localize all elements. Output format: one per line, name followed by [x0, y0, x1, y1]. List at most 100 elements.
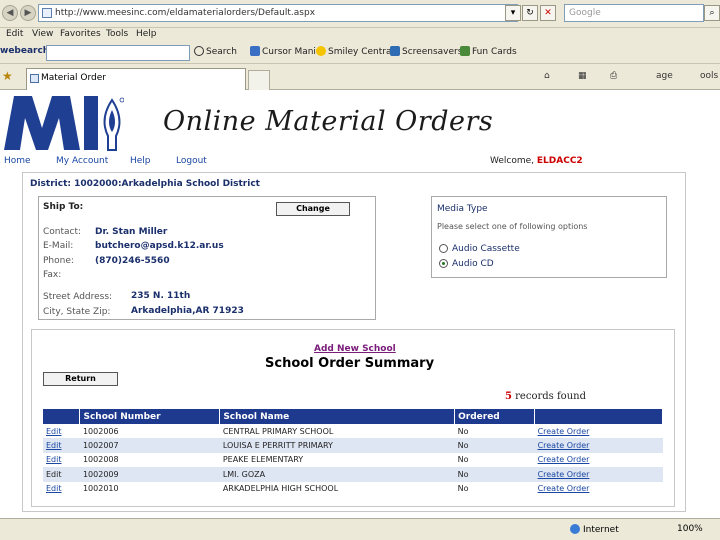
create-order-link[interactable]: Create Order: [535, 424, 663, 438]
summary-title: School Order Summary: [265, 356, 435, 371]
menu-tools[interactable]: Tools: [106, 29, 128, 39]
change-button[interactable]: Change: [276, 202, 350, 216]
address-bar-row: ◀ ▶ http://www.meesinc.com/eldamaterialo…: [0, 0, 720, 28]
return-button[interactable]: Return: [43, 372, 118, 386]
city-value: Arkadelphia,AR 71923: [131, 306, 244, 316]
edit-link[interactable]: Edit: [43, 424, 80, 438]
table-row: Edit 1002010 ARKADELPHIA HIGH SCHOOL No …: [43, 482, 663, 496]
nav-home[interactable]: Home: [4, 156, 31, 166]
edit-link[interactable]: Edit: [43, 438, 80, 453]
security-zone: Internet: [570, 524, 619, 535]
toolbar-brand: webearch: [0, 46, 50, 56]
ship-to-title: Ship To:: [43, 202, 84, 212]
tab-bar: ★ Material Order ⌂ ▦ ⎙ age ools: [0, 64, 720, 90]
toolbar-smiley-central[interactable]: Smiley Central: [316, 46, 394, 57]
url-dropdown-icon[interactable]: ▾: [505, 5, 521, 21]
nav-help[interactable]: Help: [130, 156, 151, 166]
school-number-cell: 1002008: [82, 455, 119, 465]
screensaver-icon: [390, 46, 400, 56]
url-field[interactable]: http://www.meesinc.com/eldamaterialorder…: [38, 4, 518, 22]
create-order-link[interactable]: Create Order: [534, 438, 663, 453]
toolbar-screensavers[interactable]: Screensavers: [390, 46, 462, 57]
menu-view[interactable]: View: [32, 29, 53, 39]
welcome-message: Welcome, ELDACC2: [490, 156, 583, 166]
records-found: 5 records found: [505, 391, 586, 402]
menu-favorites[interactable]: Favorites: [60, 29, 101, 39]
search-go-icon[interactable]: ⌕: [704, 5, 720, 21]
card-icon: [460, 46, 470, 56]
email-label: E-Mail:: [43, 241, 74, 251]
district-label: District: 1002000:Arkadelphia School Dis…: [30, 179, 260, 189]
audio-cassette-label: Audio Cassette: [452, 244, 520, 254]
city-label: City, State Zip:: [43, 307, 111, 317]
new-tab-button[interactable]: [248, 70, 270, 90]
create-order-link[interactable]: Create Order: [535, 482, 663, 496]
search-input[interactable]: Google: [564, 4, 704, 22]
fax-label: Fax:: [43, 270, 62, 280]
add-new-school-link[interactable]: Add New School: [314, 344, 396, 354]
email-value: butchero@apsd.k12.ar.us: [95, 241, 224, 251]
toolbar-search-button[interactable]: Search: [194, 46, 237, 57]
stop-icon[interactable]: ✕: [540, 5, 556, 21]
column-header-ordered: Ordered: [454, 409, 536, 424]
menu-bar: Edit View Favorites Tools Help: [0, 28, 720, 42]
cursor-icon: [250, 46, 260, 56]
forward-button[interactable]: ▶: [20, 5, 36, 21]
school-name-cell: ARKADELPHIA HIGH SCHOOL: [222, 484, 339, 494]
media-type-title: Media Type: [437, 204, 488, 214]
column-header-school-name: School Name: [219, 409, 456, 424]
radio-audio-cassette[interactable]: [439, 244, 448, 253]
tools-menu[interactable]: ools: [700, 71, 718, 81]
magnifier-icon: [194, 46, 204, 56]
column-header-school-number: School Number: [79, 409, 221, 424]
tab-material-order[interactable]: Material Order: [26, 68, 246, 90]
back-button[interactable]: ◀: [2, 5, 18, 21]
home-icon[interactable]: ⌂: [544, 71, 550, 81]
edit-link[interactable]: Edit: [43, 482, 80, 496]
ship-to-panel: Ship To: Change Contact: Dr. Stan Miller…: [38, 196, 376, 320]
media-type-instructions: Please select one of following options: [437, 222, 588, 231]
media-type-panel: Media Type Please select one of followin…: [431, 196, 667, 278]
nav-my-account[interactable]: My Account: [56, 156, 108, 166]
street-label: Street Address:: [43, 292, 113, 302]
ordered-cell: No: [457, 426, 469, 436]
contact-value: Dr. Stan Miller: [95, 227, 168, 237]
ordered-cell: No: [457, 484, 469, 494]
radio-audio-cd[interactable]: [439, 259, 448, 268]
page-icon: [42, 8, 52, 18]
menu-help[interactable]: Help: [136, 29, 157, 39]
edit-link[interactable]: Edit: [43, 467, 80, 482]
table-header-row: School Number School Name Ordered: [43, 409, 663, 424]
menu-edit[interactable]: Edit: [6, 29, 23, 39]
table-row: Edit 1002007 LOUISA E PERRITT PRIMARY No…: [43, 438, 663, 453]
create-order-link[interactable]: Create Order: [535, 453, 663, 467]
ordered-cell: No: [454, 438, 535, 453]
records-count: 5: [505, 391, 512, 402]
welcome-user: ELDACC2: [536, 156, 583, 166]
column-header-action: [534, 409, 663, 424]
table-row: Edit 1002006 CENTRAL PRIMARY SCHOOL No C…: [43, 424, 663, 438]
zoom-level[interactable]: 100%: [677, 524, 703, 534]
refresh-icon[interactable]: ↻: [522, 5, 538, 21]
globe-icon: [570, 524, 580, 534]
street-value: 235 N. 11th: [131, 291, 191, 301]
edit-link[interactable]: Edit: [43, 453, 80, 467]
school-name-cell: CENTRAL PRIMARY SCHOOL: [222, 426, 334, 436]
school-name-cell: LMI. GOZA: [219, 467, 455, 482]
toolbar-cursor-mania[interactable]: Cursor Mania: [250, 46, 321, 57]
search-toolbar: webearch Search Cursor Mania Smiley Cent…: [0, 42, 720, 64]
toolbar-search-input[interactable]: [46, 45, 190, 61]
tab-favicon-icon: [30, 74, 39, 83]
nav-logout[interactable]: Logout: [176, 156, 207, 166]
favorites-star-icon[interactable]: ★: [2, 69, 13, 83]
create-order-link[interactable]: Create Order: [534, 467, 663, 482]
print-icon[interactable]: ⎙: [610, 71, 617, 81]
school-number-cell: 1002006: [82, 426, 119, 436]
status-bar: Internet 100%: [0, 518, 720, 540]
ordered-cell: No: [454, 467, 535, 482]
school-name-cell: LOUISA E PERRITT PRIMARY: [219, 438, 455, 453]
phone-label: Phone:: [43, 256, 74, 266]
feeds-icon[interactable]: ▦: [578, 71, 587, 81]
toolbar-fun-cards[interactable]: Fun Cards: [460, 46, 517, 57]
page-menu[interactable]: age: [656, 71, 673, 81]
